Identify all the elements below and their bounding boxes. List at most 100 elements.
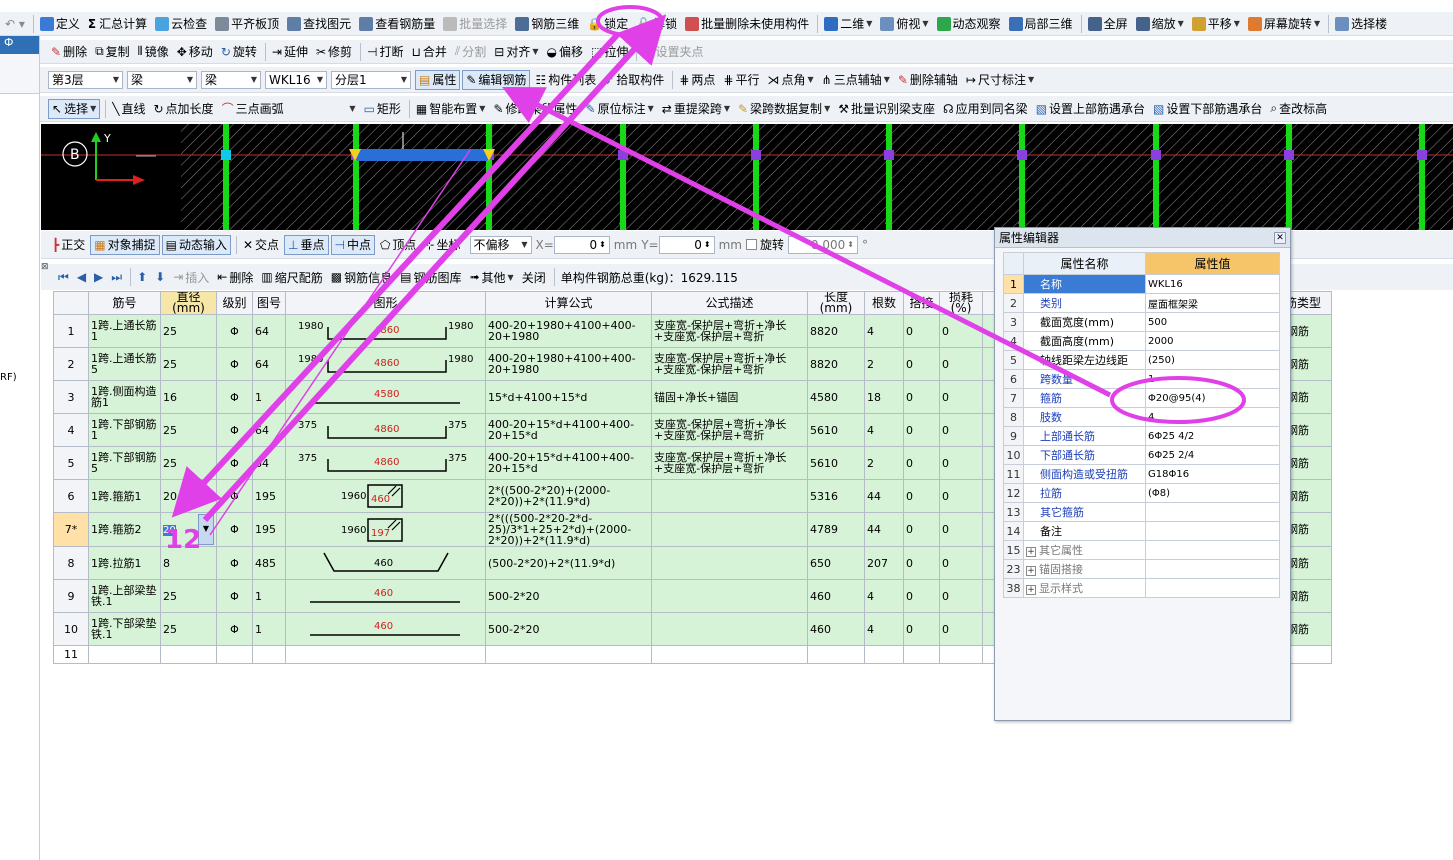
- member-select[interactable]: WKL16 ▼: [265, 70, 327, 89]
- lap-cell[interactable]: 0: [903, 314, 940, 348]
- shape-cell[interactable]: 460 1960: [285, 479, 486, 513]
- bar-name-cell[interactable]: 1跨.下部钢筋5: [88, 446, 161, 480]
- formula-desc-cell[interactable]: 支座宽-保护层+弯折+净长+支座宽-保护层+弯折: [651, 413, 808, 447]
- dynamic-view-button[interactable]: 动态观察: [934, 14, 1004, 34]
- intersection-button[interactable]: ✕ 交点: [240, 235, 282, 255]
- insert-button[interactable]: ⇥ 插入: [170, 267, 212, 287]
- count-cell[interactable]: 4: [864, 612, 904, 646]
- property-row[interactable]: 9 上部通长筋 6Φ25 4/2: [1003, 426, 1280, 446]
- col-header[interactable]: 直径(mm): [160, 291, 217, 315]
- formula-cell[interactable]: 400-20+1980+4100+400-20+1980: [485, 314, 652, 348]
- break-button[interactable]: ⊣ 打断: [364, 42, 406, 62]
- dimension-button[interactable]: ↦ 尺寸标注 ▼: [963, 70, 1037, 90]
- length-cell[interactable]: 460: [807, 579, 865, 613]
- loss-cell[interactable]: 0: [939, 347, 983, 381]
- property-value[interactable]: 4: [1145, 407, 1280, 427]
- count-cell[interactable]: 18: [864, 380, 904, 414]
- property-value[interactable]: [1145, 578, 1280, 598]
- property-row[interactable]: 4 截面高度(mm) 2000: [1003, 331, 1280, 351]
- count-cell[interactable]: 44: [864, 512, 904, 547]
- loss-cell[interactable]: 0: [939, 479, 983, 513]
- bar-name-cell[interactable]: 1跨.箍筋2: [88, 512, 161, 547]
- copy-button[interactable]: ⧉ 复制: [92, 42, 133, 62]
- define-button[interactable]: 定义: [37, 14, 83, 34]
- point-angle-button[interactable]: ⋊ 点角 ▼: [764, 70, 816, 90]
- shape-cell[interactable]: 4580: [285, 380, 486, 414]
- count-cell[interactable]: [864, 645, 904, 664]
- count-cell[interactable]: 4: [864, 314, 904, 348]
- property-row[interactable]: 1 名称 WKL16: [1003, 274, 1280, 294]
- offset-mode-select[interactable]: 不偏移 ▼: [469, 235, 532, 254]
- grade-cell[interactable]: Φ: [216, 512, 253, 547]
- property-value[interactable]: [1145, 521, 1280, 541]
- mirror-button[interactable]: ⫴ 镜像: [135, 42, 172, 62]
- pick-member-button[interactable]: ➶ 拾取构件: [601, 70, 667, 90]
- property-row[interactable]: 13 其它箍筋: [1003, 502, 1280, 522]
- formula-desc-cell[interactable]: [651, 479, 808, 513]
- property-value[interactable]: 6Φ25 2/4: [1145, 445, 1280, 465]
- set-bottom-rebar-cap-button[interactable]: ▧ 设置下部筋遇承台: [1150, 99, 1265, 119]
- formula-desc-cell[interactable]: 锚固+净长+锚固: [651, 380, 808, 414]
- bar-name-cell[interactable]: 1跨.侧面构造筋1: [88, 380, 161, 414]
- property-row[interactable]: 8 肢数 4: [1003, 407, 1280, 427]
- property-value[interactable]: [1145, 502, 1280, 522]
- property-value[interactable]: [1145, 559, 1280, 579]
- formula-desc-cell[interactable]: [651, 612, 808, 646]
- apply-same-beam-button[interactable]: ☊ 应用到同名梁: [940, 99, 1031, 119]
- expand-icon[interactable]: +: [1026, 585, 1036, 595]
- shape-cell[interactable]: 460: [285, 546, 486, 580]
- smart-layout-button[interactable]: ▦ 智能布置 ▼: [413, 99, 489, 119]
- midpoint-button[interactable]: ⊣ 中点: [330, 234, 375, 255]
- fullscreen-button[interactable]: 全屏: [1085, 14, 1131, 34]
- shape-cell[interactable]: 197 1960: [285, 512, 486, 547]
- beam-shape[interactable]: [357, 149, 487, 161]
- length-cell[interactable]: 650: [807, 546, 865, 580]
- stretch-button[interactable]: ⬚ 拉伸: [588, 42, 631, 62]
- figure-no-cell[interactable]: 485: [252, 546, 286, 580]
- formula-desc-cell[interactable]: [651, 546, 808, 580]
- diameter-cell[interactable]: 16: [160, 380, 217, 414]
- shape-cell[interactable]: 460: [285, 612, 486, 646]
- figure-no-cell[interactable]: 1: [252, 380, 286, 414]
- formula-cell[interactable]: 500-2*20: [485, 612, 652, 646]
- length-cell[interactable]: [807, 645, 865, 664]
- split-button[interactable]: ⫽ 分割: [452, 42, 489, 62]
- figure-no-cell[interactable]: 64: [252, 347, 286, 381]
- loss-cell[interactable]: 0: [939, 512, 983, 547]
- local-3d-button[interactable]: 局部三维: [1006, 14, 1076, 34]
- property-value[interactable]: 屋面框架梁: [1145, 293, 1280, 313]
- col-header[interactable]: 根数: [864, 291, 904, 315]
- layer-select[interactable]: 分层1 ▼: [331, 70, 411, 89]
- move-button[interactable]: ✥ 移动: [174, 42, 216, 62]
- other-button[interactable]: ➟ 其他 ▼: [466, 267, 516, 287]
- reextract-span-button[interactable]: ⇄ 重提梁跨 ▼: [659, 99, 733, 119]
- bar-name-cell[interactable]: [88, 645, 161, 664]
- length-cell[interactable]: 5610: [807, 413, 865, 447]
- pan-button[interactable]: 平移 ▼: [1189, 14, 1243, 34]
- lap-cell[interactable]: [903, 645, 940, 664]
- point-length-button[interactable]: ↻ 点加长度: [150, 99, 216, 119]
- view-rebar-qty-button[interactable]: 查看钢筋量: [356, 14, 438, 34]
- set-grip-button[interactable]: ✎ 设置夹点: [640, 42, 706, 62]
- find-element-button[interactable]: 查找图元: [284, 14, 354, 34]
- property-value[interactable]: 6Φ25 4/2: [1145, 426, 1280, 446]
- line-button[interactable]: ╲ 直线: [109, 99, 148, 119]
- col-header[interactable]: 筋号: [88, 291, 161, 315]
- length-cell[interactable]: 5316: [807, 479, 865, 513]
- figure-no-cell[interactable]: [252, 645, 286, 664]
- col-header[interactable]: 计算公式: [485, 291, 652, 315]
- bar-name-cell[interactable]: 1跨.箍筋1: [88, 479, 161, 513]
- diameter-cell[interactable]: [160, 645, 217, 664]
- member-list-button[interactable]: ☷ 构件列表: [532, 70, 599, 90]
- formula-desc-cell[interactable]: [651, 512, 808, 547]
- col-header[interactable]: 级别: [216, 291, 253, 315]
- merge-button[interactable]: ⊔ 合并: [409, 42, 450, 62]
- formula-cell[interactable]: 2*((500-2*20)+(2000-2*20))+2*(11.9*d): [485, 479, 652, 513]
- batch-identify-support-button[interactable]: ⚒ 批量识别梁支座: [835, 99, 938, 119]
- diameter-cell[interactable]: 25: [160, 612, 217, 646]
- lap-cell[interactable]: 0: [903, 512, 940, 547]
- batch-delete-unused-button[interactable]: 批量删除未使用构件: [682, 14, 812, 34]
- formula-cell[interactable]: [485, 645, 652, 664]
- figure-no-cell[interactable]: 1: [252, 612, 286, 646]
- panel-close-icon[interactable]: ⊠: [41, 262, 49, 272]
